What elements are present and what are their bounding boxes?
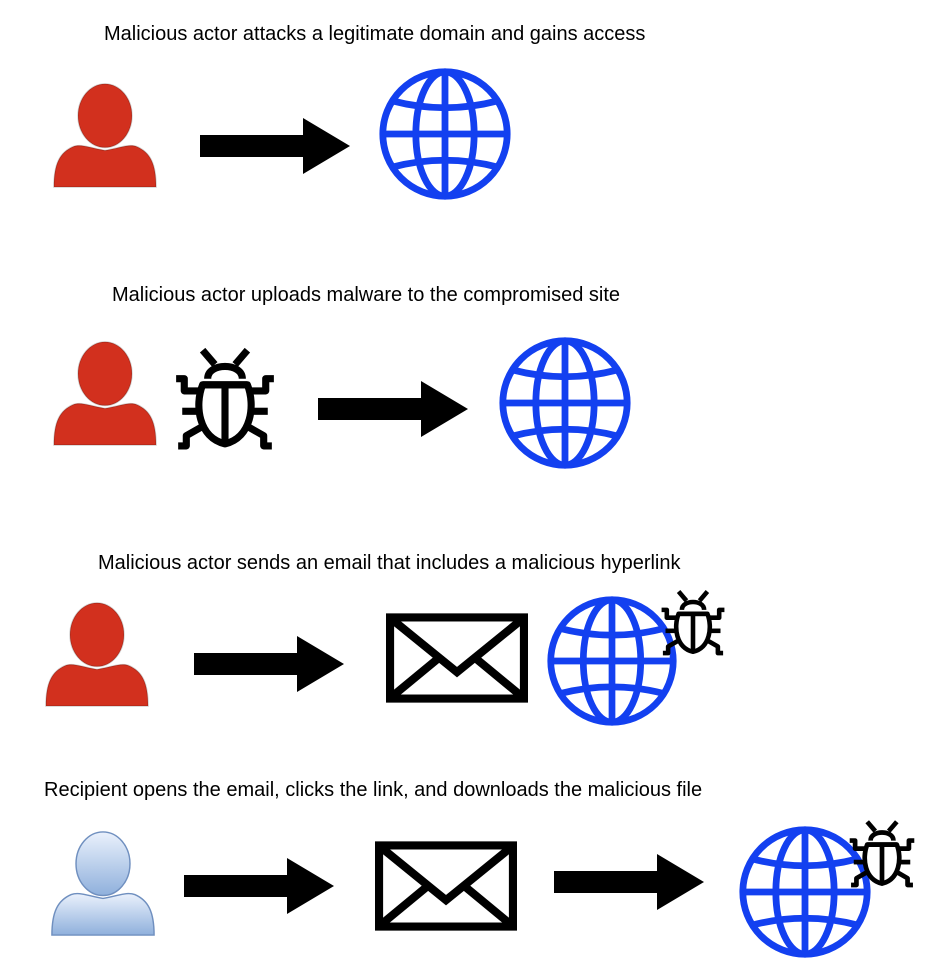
arrow-right-icon (200, 118, 350, 174)
globe-icon (497, 335, 633, 471)
bug-icon (848, 815, 916, 889)
envelope-icon (386, 613, 528, 703)
person-icon (44, 598, 150, 710)
step-2-caption: Malicious actor uploads malware to the c… (112, 284, 620, 306)
step-3-caption: Malicious actor sends an email that incl… (98, 552, 681, 574)
arrow-right-icon (318, 381, 468, 437)
arrow-right-icon (554, 854, 704, 910)
person-icon (52, 337, 158, 449)
globe-icon (377, 66, 513, 202)
envelope-icon (375, 841, 517, 931)
arrow-right-icon (194, 636, 344, 692)
step-4-caption: Recipient opens the email, clicks the li… (44, 779, 703, 801)
step-1-caption: Malicious actor attacks a legitimate dom… (104, 23, 646, 45)
arrow-right-icon (184, 858, 334, 914)
person-icon (50, 827, 156, 939)
bug-icon (660, 585, 726, 657)
person-icon (52, 79, 158, 191)
bug-icon (170, 340, 280, 452)
globe-icon (545, 594, 679, 728)
